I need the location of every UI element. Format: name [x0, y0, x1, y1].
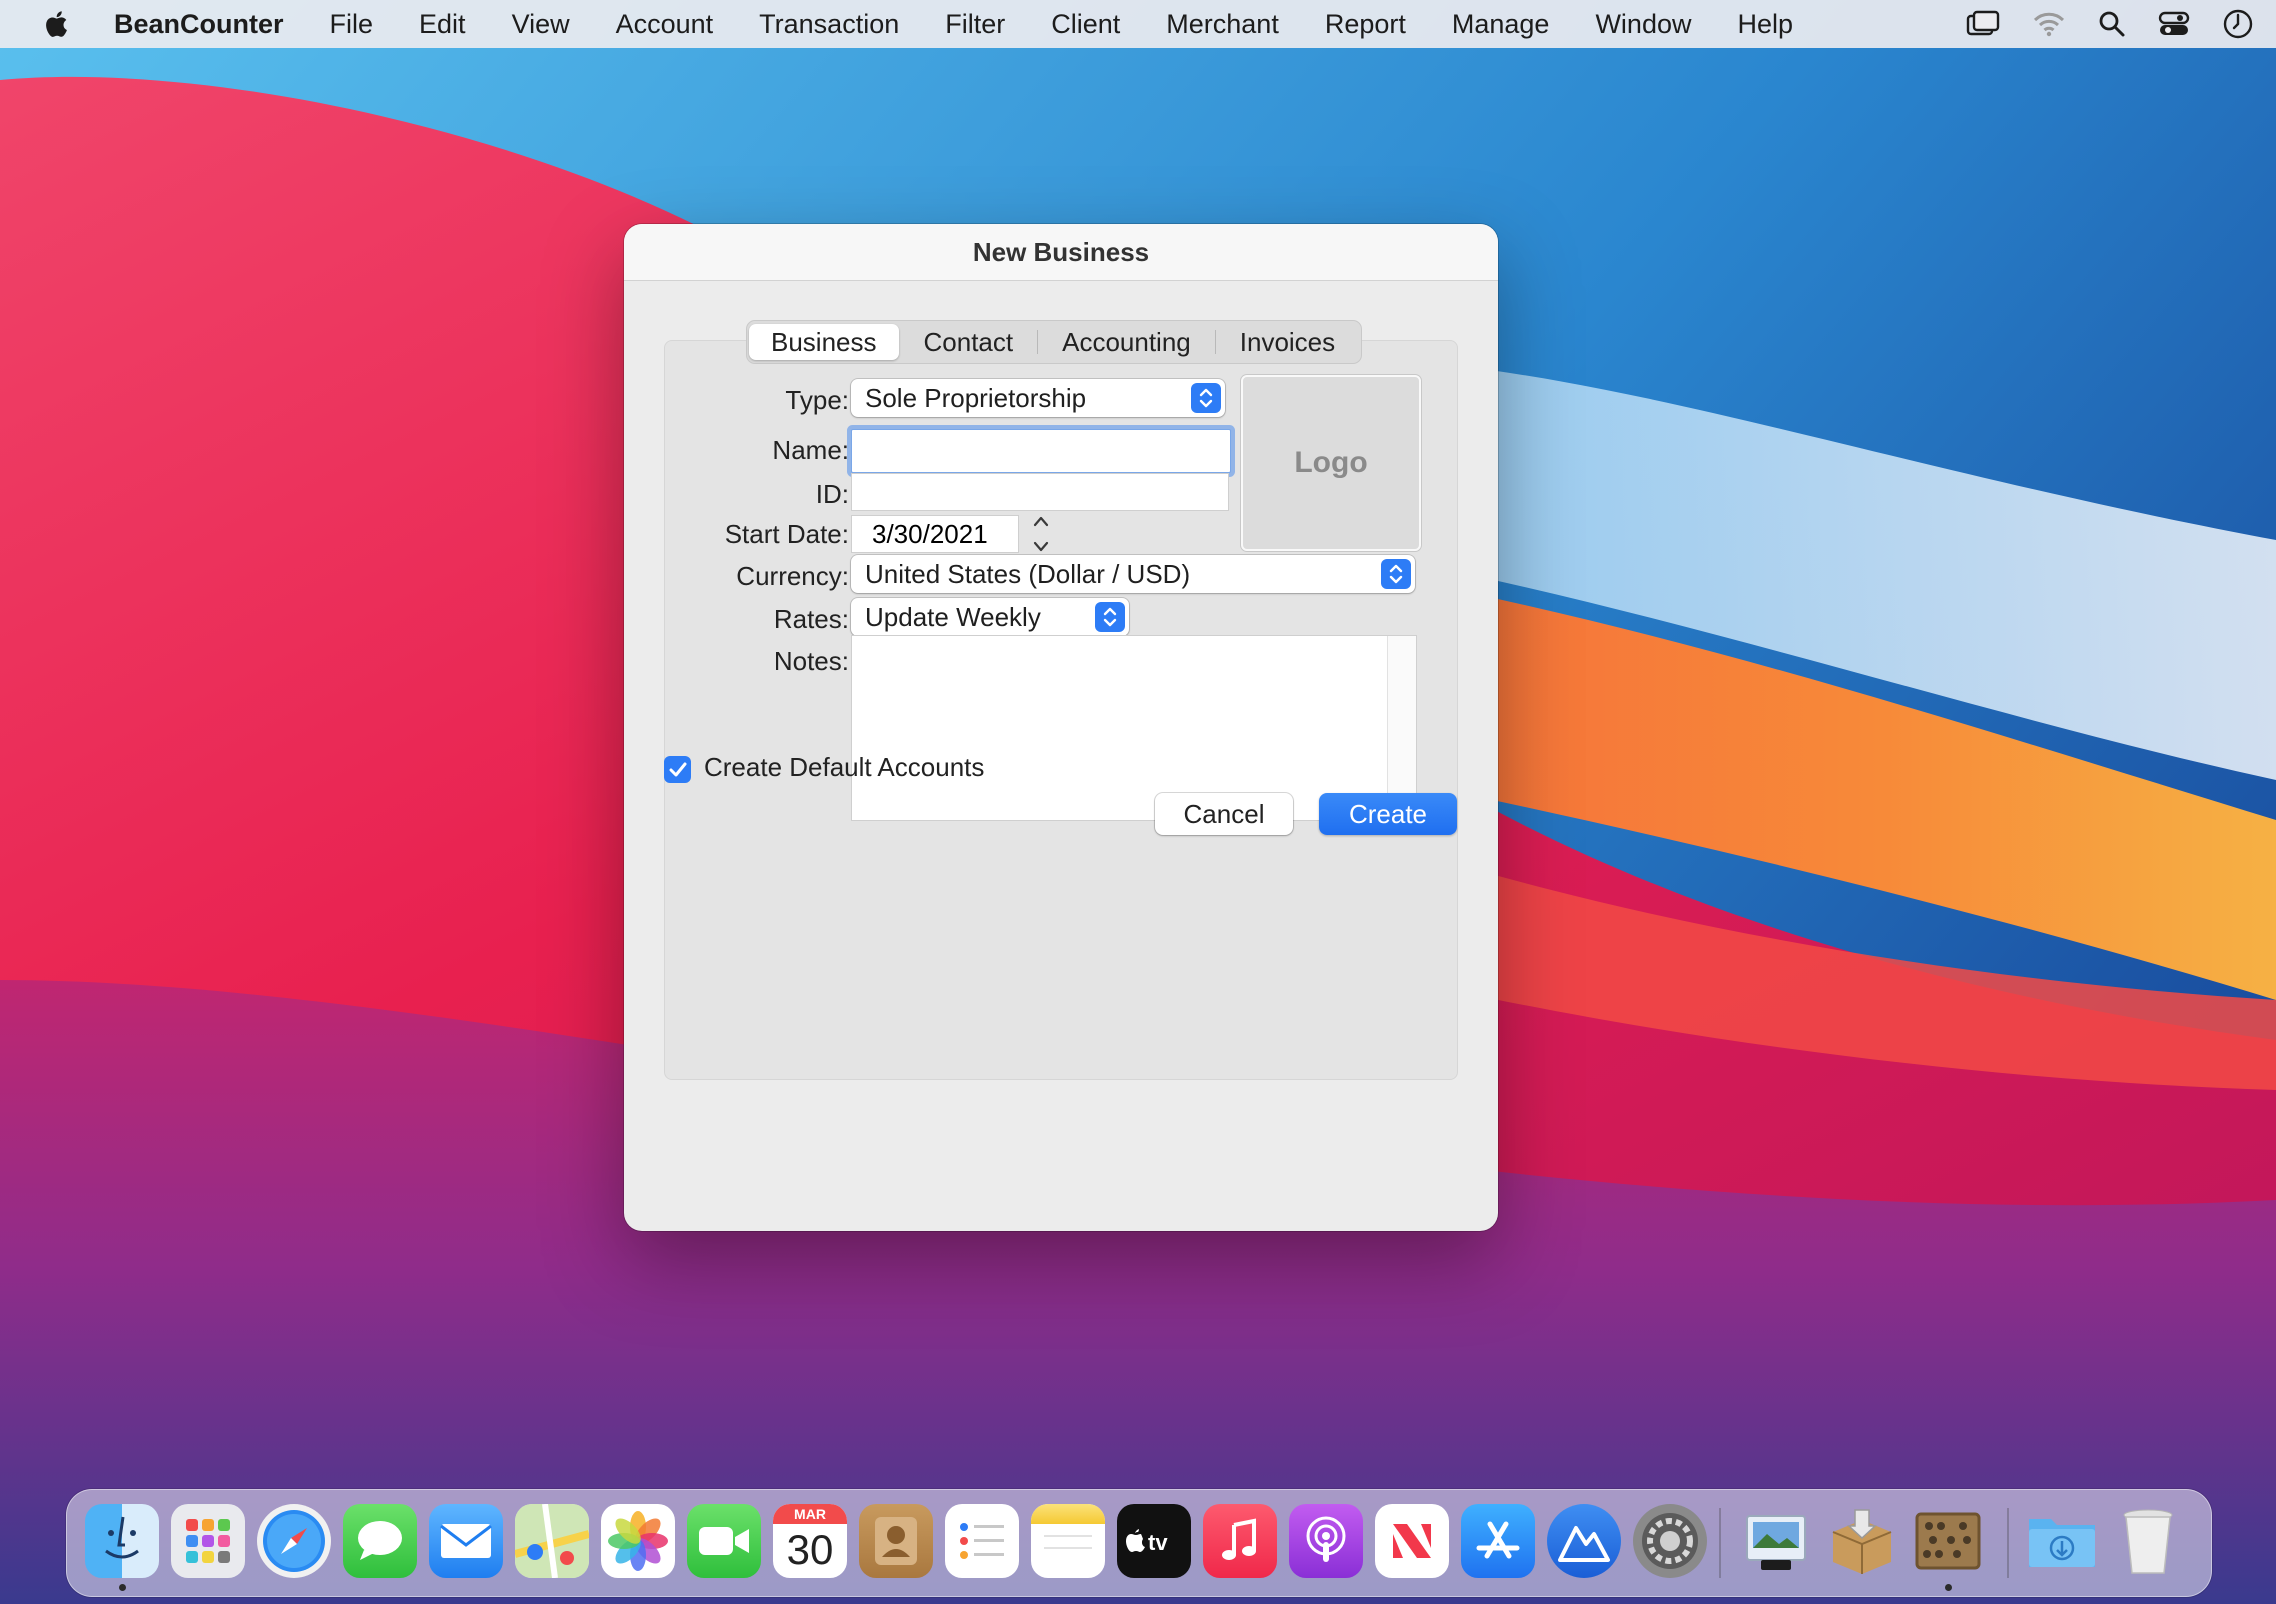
app-store-icon[interactable]	[1461, 1504, 1535, 1578]
menu-app-name[interactable]: BeanCounter	[114, 9, 284, 40]
create-default-accounts-checkbox[interactable]	[664, 756, 691, 783]
menu-edit[interactable]: Edit	[419, 9, 466, 40]
finder-icon[interactable]	[85, 1504, 159, 1578]
currency-label: Currency:	[736, 561, 849, 591]
id-label: ID:	[815, 479, 849, 509]
id-field[interactable]	[851, 473, 1229, 511]
dock-separator	[2007, 1508, 2009, 1578]
create-default-accounts-label: Create Default Accounts	[704, 752, 985, 782]
calendar-month: MAR	[773, 1504, 847, 1524]
menu-client[interactable]: Client	[1051, 9, 1120, 40]
notes-app-icon[interactable]	[1031, 1504, 1105, 1578]
system-preferences-icon[interactable]	[1633, 1504, 1707, 1578]
currency-value: United States (Dollar / USD)	[865, 558, 1191, 589]
checkmark-icon	[669, 762, 686, 776]
chevron-up-icon[interactable]	[1031, 513, 1051, 531]
cancel-button[interactable]: Cancel	[1155, 793, 1293, 835]
logo-placeholder-label: Logo	[1294, 446, 1368, 479]
date-stepper[interactable]	[1029, 513, 1053, 555]
up-down-chevron-icon	[1095, 602, 1125, 632]
menu-view[interactable]: View	[512, 9, 570, 40]
safari-icon[interactable]	[257, 1504, 331, 1578]
dock-separator	[1719, 1508, 1721, 1578]
notes-app-header	[1031, 1504, 1105, 1524]
maps-icon[interactable]	[515, 1504, 589, 1578]
apple-tv-icon[interactable]: tv	[1117, 1504, 1191, 1578]
calendar-icon[interactable]: MAR 30	[773, 1504, 847, 1578]
menu-account[interactable]: Account	[616, 9, 714, 40]
tab-business[interactable]: Business	[749, 324, 899, 360]
new-business-dialog: New Business Type: Name: ID: Start Date:…	[624, 224, 1498, 1231]
control-center-icon[interactable]	[2158, 10, 2190, 38]
notes-label: Notes:	[773, 646, 849, 676]
menu-transaction[interactable]: Transaction	[759, 9, 899, 40]
create-button[interactable]: Create	[1319, 793, 1457, 835]
menu-window[interactable]: Window	[1595, 9, 1691, 40]
tab-view: Type: Name: ID: Start Date: Currency: Ra…	[664, 340, 1458, 1080]
rates-popup[interactable]: Update Weekly	[851, 598, 1129, 636]
reminders-icon[interactable]	[945, 1504, 1019, 1578]
facetime-icon[interactable]	[687, 1504, 761, 1578]
running-indicator	[119, 1584, 126, 1591]
podcasts-icon[interactable]	[1289, 1504, 1363, 1578]
up-down-chevron-icon	[1191, 383, 1221, 413]
menu-bar: BeanCounter File Edit View Account Trans…	[0, 0, 2276, 48]
type-popup[interactable]: Sole Proprietorship	[851, 379, 1225, 417]
name-label: Name:	[772, 435, 849, 465]
tab-accounting[interactable]: Accounting	[1038, 324, 1215, 360]
mail-icon[interactable]	[429, 1504, 503, 1578]
menu-filter[interactable]: Filter	[945, 9, 1005, 40]
rates-label: Rates:	[773, 604, 849, 634]
launchpad-icon[interactable]	[171, 1504, 245, 1578]
dialog-title: New Business	[624, 224, 1498, 281]
menu-merchant[interactable]: Merchant	[1166, 9, 1279, 40]
transporter-icon[interactable]	[1547, 1504, 1621, 1578]
menu-help[interactable]: Help	[1737, 9, 1793, 40]
menu-file[interactable]: File	[330, 9, 374, 40]
downloads-folder-icon[interactable]	[2025, 1504, 2099, 1578]
wifi-icon[interactable]	[2032, 10, 2066, 38]
dock: MAR 30 tv	[66, 1489, 2212, 1597]
tab-bar: Business Contact Accounting Invoices	[746, 320, 1363, 364]
logo-image-well[interactable]: Logo	[1241, 375, 1421, 551]
clock-icon[interactable]	[2222, 8, 2254, 40]
apple-menu-icon[interactable]	[38, 4, 78, 44]
rates-value: Update Weekly	[865, 601, 1041, 632]
start-date-label: Start Date:	[724, 519, 849, 549]
type-value: Sole Proprietorship	[865, 382, 1087, 413]
photos-icon[interactable]	[601, 1504, 675, 1578]
name-field[interactable]	[851, 429, 1231, 473]
menu-report[interactable]: Report	[1325, 9, 1406, 40]
spotlight-search-icon[interactable]	[2098, 10, 2126, 38]
trash-icon[interactable]	[2111, 1504, 2185, 1578]
running-indicator	[1945, 1584, 1952, 1591]
music-icon[interactable]	[1203, 1504, 1277, 1578]
calendar-day: 30	[786, 1526, 834, 1573]
preview-icon[interactable]	[1739, 1504, 1813, 1578]
start-date-field[interactable]: 3/30/2021	[851, 515, 1019, 553]
type-label: Type:	[785, 385, 849, 415]
tab-contact[interactable]: Contact	[900, 324, 1038, 360]
installer-icon[interactable]	[1825, 1504, 1899, 1578]
tab-invoices[interactable]: Invoices	[1216, 324, 1359, 360]
messages-icon[interactable]	[343, 1504, 417, 1578]
menu-manage[interactable]: Manage	[1452, 9, 1550, 40]
currency-popup[interactable]: United States (Dollar / USD)	[851, 555, 1415, 593]
contacts-icon[interactable]	[859, 1504, 933, 1578]
up-down-chevron-icon	[1381, 559, 1411, 589]
svg-text:tv: tv	[1148, 1530, 1168, 1555]
chevron-down-icon[interactable]	[1031, 537, 1051, 555]
beancounter-icon[interactable]	[1911, 1504, 1985, 1578]
screen-mirroring-icon[interactable]	[1966, 10, 2000, 38]
news-icon[interactable]	[1375, 1504, 1449, 1578]
